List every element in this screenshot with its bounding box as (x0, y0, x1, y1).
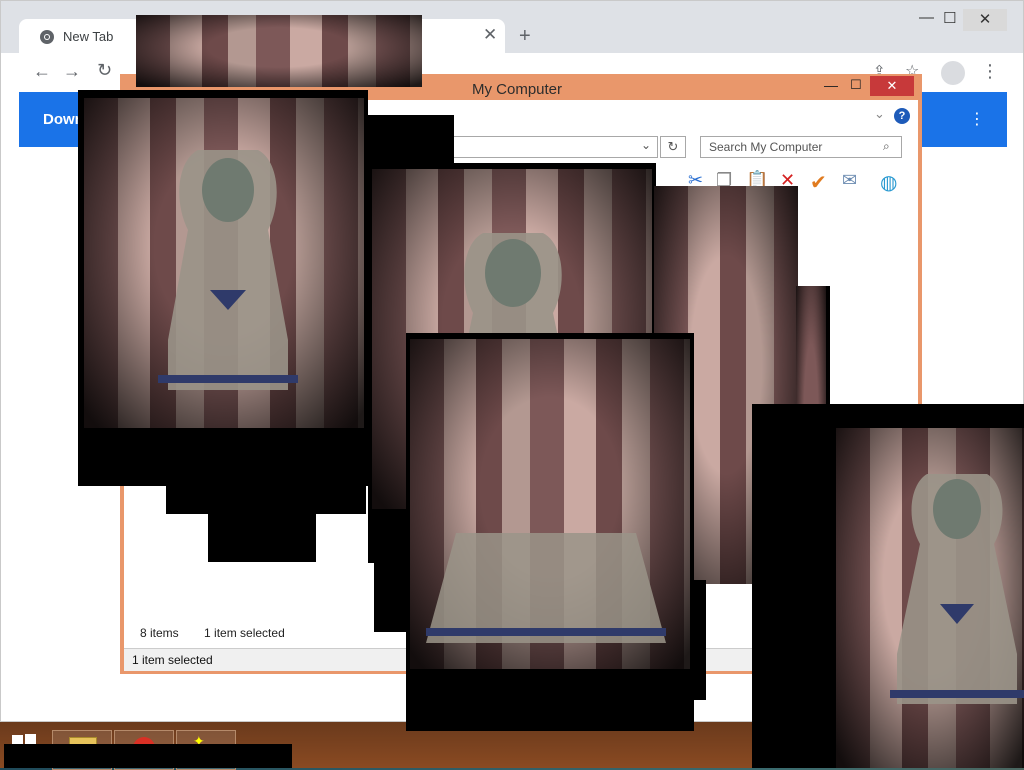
minimize-button[interactable]: — (824, 77, 838, 93)
doll-photo-overlay (406, 333, 694, 731)
chevron-down-icon[interactable]: ⌄ (641, 138, 651, 152)
tab-title: New Tab (63, 29, 114, 44)
back-arrow-icon[interactable]: ← (33, 61, 51, 82)
help-icon[interactable]: ? (894, 108, 910, 124)
item-count: 8 items (140, 626, 179, 640)
photo-shadow (368, 115, 454, 165)
doll-figure-icon (426, 533, 666, 643)
photo-shadow (166, 480, 366, 514)
chevron-down-icon[interactable]: ⌄ (874, 106, 885, 122)
globe-icon[interactable]: ◍ (880, 170, 897, 195)
close-button[interactable]: ✕ (963, 9, 1007, 31)
forward-arrow-icon[interactable]: → (63, 61, 81, 82)
email-icon[interactable]: ✉ (842, 170, 857, 191)
status-bar-text: 1 item selected (132, 653, 213, 667)
reload-icon[interactable]: ↻ (97, 60, 112, 81)
doll-figure-icon (158, 150, 298, 390)
item-status: 8 items 1 item selected (140, 626, 285, 640)
minimize-button[interactable]: — (919, 9, 934, 26)
tab-close-icon[interactable]: ✕ (483, 25, 497, 45)
chrome-icon (40, 30, 54, 44)
photo-shadow (208, 510, 316, 562)
search-placeholder: Search My Computer (709, 140, 823, 154)
search-icon[interactable]: ⌕ (883, 139, 890, 154)
maximize-button[interactable]: ☐ (943, 9, 956, 27)
kebab-menu-icon[interactable]: ⋮ (981, 61, 999, 82)
doll-figure-icon (890, 474, 1024, 704)
photo-shadow (4, 744, 292, 768)
new-tab-button[interactable]: + (519, 25, 531, 48)
address-bar[interactable]: ⌄ (420, 136, 658, 158)
profile-icon[interactable] (941, 61, 965, 85)
doll-photo-overlay (752, 404, 1024, 768)
close-button[interactable]: ✕ (870, 76, 914, 96)
photo-shadow (692, 580, 706, 700)
kebab-menu-icon[interactable]: ⋮ (969, 109, 985, 129)
search-input[interactable]: Search My Computer ⌕ (700, 136, 902, 158)
maximize-button[interactable]: ☐ (850, 77, 862, 93)
window-title: My Computer (472, 81, 563, 98)
check-icon[interactable]: ✔ (810, 170, 827, 195)
refresh-icon[interactable]: ↻ (660, 136, 686, 158)
selection-status: 1 item selected (204, 626, 285, 640)
photo-shadow (374, 560, 410, 632)
doll-photo-overlay (136, 15, 422, 87)
doll-photo-overlay (78, 90, 368, 486)
